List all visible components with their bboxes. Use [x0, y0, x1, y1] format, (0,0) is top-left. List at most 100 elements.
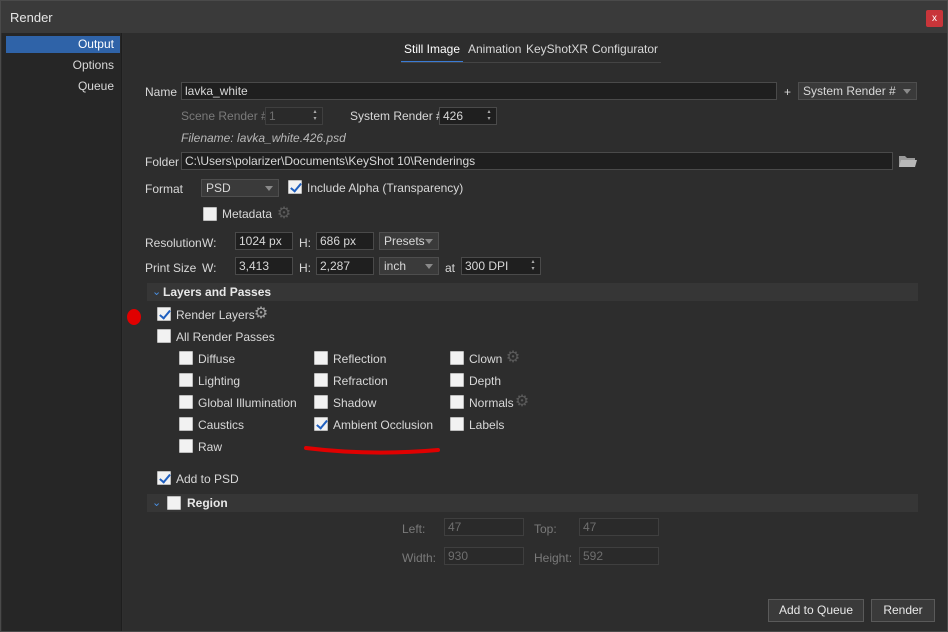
ambient-occlusion-checkbox[interactable]: [314, 417, 328, 431]
lighting-checkbox[interactable]: [179, 373, 193, 387]
render-layers-label: Render Layers: [176, 308, 255, 322]
render-window: Render x Output Options Queue Still Imag…: [0, 0, 948, 632]
region-left-label: Left:: [402, 522, 426, 536]
tab-configurator[interactable]: Configurator: [592, 41, 658, 63]
region-top-label: Top:: [534, 522, 557, 536]
spinner-icon[interactable]: ▴ ▾: [529, 259, 537, 273]
labels-label: Labels: [469, 418, 505, 432]
resolution-w-label: W:: [202, 236, 217, 250]
folder-label: Folder: [145, 155, 180, 169]
global-illumination-label: Global Illumination: [198, 396, 297, 410]
reflection-label: Reflection: [333, 352, 387, 366]
shadow-label: Shadow: [333, 396, 377, 410]
caustics-label: Caustics: [198, 418, 245, 432]
ambient-occlusion-label: Ambient Occlusion: [333, 418, 434, 432]
name-label: Name: [145, 85, 178, 99]
tab-animation[interactable]: Animation: [468, 41, 521, 63]
system-render-label: System Render #: [350, 109, 443, 123]
filename-text: Filename: lavka_white.426.psd: [181, 131, 346, 145]
system-render-value: 426: [443, 109, 464, 123]
region-width-label: Width:: [402, 551, 437, 565]
depth-checkbox[interactable]: [450, 373, 464, 387]
folder-input[interactable]: C:\Users\polarizer\Documents\KeyShot 10\…: [181, 152, 893, 170]
gear-icon[interactable]: ⚙: [276, 206, 292, 222]
chevron-down-icon: ⌄: [152, 497, 162, 509]
render-button[interactable]: Render: [871, 599, 935, 622]
gear-icon[interactable]: ⚙: [253, 306, 269, 322]
spinner-icon[interactable]: ▴ ▾: [485, 109, 493, 123]
tab-still-image[interactable]: Still Image: [401, 41, 463, 63]
scene-render-label: Scene Render #: [181, 109, 268, 123]
scene-render-input: 1 ▴ ▾: [265, 107, 323, 125]
dpi-value: 300 DPI: [465, 259, 509, 273]
presets-dropdown[interactable]: Presets: [379, 232, 439, 250]
format-label: Format: [145, 182, 184, 196]
at-label: at: [445, 261, 456, 275]
chevron-down-icon: [265, 186, 273, 191]
caustics-checkbox[interactable]: [179, 417, 193, 431]
region-height-label: Height:: [534, 551, 573, 565]
gear-icon[interactable]: ⚙: [514, 394, 530, 410]
region-height-input: 592: [579, 547, 659, 565]
spinner-icon: ▴ ▾: [313, 109, 317, 122]
name-suffix-dropdown[interactable]: System Render #: [798, 82, 917, 100]
sidebar-item-output[interactable]: Output: [6, 36, 120, 53]
presets-value: Presets: [384, 234, 425, 248]
refraction-label: Refraction: [333, 374, 388, 388]
print-h-label: H:: [299, 261, 311, 275]
add-to-psd-label: Add to PSD: [176, 472, 239, 486]
sidebar-item-queue[interactable]: Queue: [6, 78, 120, 95]
depth-label: Depth: [469, 374, 502, 388]
print-unit-dropdown[interactable]: inch: [379, 257, 439, 275]
normals-checkbox[interactable]: [450, 395, 464, 409]
region-section-header[interactable]: ⌄: [147, 494, 918, 512]
labels-checkbox[interactable]: [450, 417, 464, 431]
print-height-input[interactable]: 2,287: [316, 257, 374, 275]
diffuse-label: Diffuse: [198, 352, 236, 366]
layers-section-header[interactable]: ⌄ Layers and Passes: [147, 283, 918, 301]
include-alpha-checkbox[interactable]: [288, 180, 302, 194]
system-render-input[interactable]: 426 ▴ ▾: [439, 107, 497, 125]
diffuse-checkbox[interactable]: [179, 351, 193, 365]
dpi-input[interactable]: 300 DPI ▴ ▾: [461, 257, 541, 275]
raw-checkbox[interactable]: [179, 439, 193, 453]
reflection-checkbox[interactable]: [314, 351, 328, 365]
sidebar: Output Options Queue: [2, 33, 122, 631]
title-bar: Render x: [1, 1, 947, 33]
chevron-down-icon: [903, 89, 911, 94]
name-input[interactable]: lavka_white: [181, 82, 777, 100]
tab-keyshotxr[interactable]: KeyShotXR: [526, 41, 588, 63]
all-render-passes-checkbox[interactable]: [157, 329, 171, 343]
main-content: Still Image Animation KeyShotXR Configur…: [123, 33, 947, 631]
add-to-psd-checkbox[interactable]: [157, 471, 171, 485]
region-checkbox[interactable]: [167, 496, 181, 510]
shadow-checkbox[interactable]: [314, 395, 328, 409]
metadata-checkbox[interactable]: [203, 207, 217, 221]
resolution-label: Resolution: [145, 236, 202, 250]
add-to-queue-button[interactable]: Add to Queue: [768, 599, 864, 622]
gear-icon[interactable]: ⚙: [505, 350, 521, 366]
resolution-width-input[interactable]: 1024 px: [235, 232, 293, 250]
tab-underline: [401, 62, 661, 63]
print-size-label: Print Size: [145, 261, 197, 275]
sidebar-item-options[interactable]: Options: [6, 57, 120, 74]
lighting-label: Lighting: [198, 374, 241, 388]
folder-icon[interactable]: [899, 154, 917, 167]
include-alpha-label: Include Alpha (Transparency): [307, 181, 464, 195]
clown-label: Clown: [469, 352, 503, 366]
render-layers-checkbox[interactable]: [157, 307, 171, 321]
print-width-input[interactable]: 3,413: [235, 257, 293, 275]
region-section-title: Region: [187, 496, 228, 510]
region-top-input: 47: [579, 518, 659, 536]
clown-checkbox[interactable]: [450, 351, 464, 365]
format-dropdown[interactable]: PSD: [201, 179, 279, 197]
global-illumination-checkbox[interactable]: [179, 395, 193, 409]
format-value: PSD: [206, 181, 231, 195]
chevron-down-icon: ⌄: [152, 286, 162, 298]
name-suffix-value: System Render #: [803, 84, 896, 98]
refraction-checkbox[interactable]: [314, 373, 328, 387]
plus-label: +: [784, 85, 792, 99]
close-button[interactable]: x: [926, 10, 943, 27]
resolution-height-input[interactable]: 686 px: [316, 232, 374, 250]
chevron-down-icon: [425, 264, 433, 269]
